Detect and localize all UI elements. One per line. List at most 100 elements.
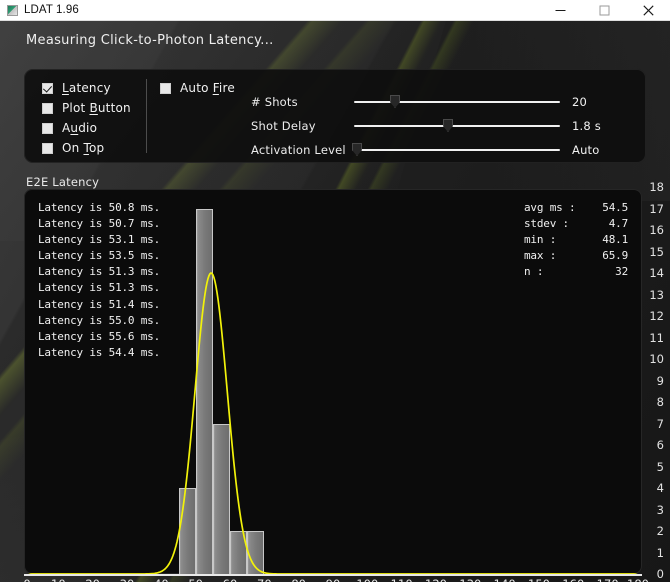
stat-value: 4.7 — [608, 217, 628, 231]
y-axis-tick: 18 — [649, 180, 664, 194]
shots-slider-value: 20 — [572, 95, 588, 109]
x-axis-tick: 110 — [391, 577, 413, 582]
y-axis-tick: 6 — [656, 438, 664, 452]
stat-value: 48.1 — [602, 233, 628, 247]
shots-slider-thumb[interactable] — [390, 95, 400, 108]
y-axis-tick: 2 — [656, 524, 664, 538]
latency-label: Latency — [62, 81, 111, 95]
readout-line: Latency is 50.7 ms. — [38, 217, 161, 231]
close-button[interactable] — [626, 0, 670, 21]
x-axis-tick: 0 — [23, 577, 30, 582]
shots-slider-track[interactable] — [354, 101, 560, 103]
readout-line: Latency is 51.3 ms. — [38, 265, 161, 279]
on-top-checkbox[interactable] — [42, 142, 53, 154]
stat-row: avg ms : 54.5 — [524, 200, 628, 216]
y-axis-tick: 1 — [656, 545, 664, 560]
checkbox-row-on-top[interactable]: On Top — [42, 140, 104, 156]
shot-delay-slider-track[interactable] — [354, 125, 560, 127]
stat-row: max : 65.9 — [524, 248, 628, 264]
readout-line: Latency is 50.8 ms. — [38, 201, 161, 214]
x-axis-tick: 30 — [120, 577, 135, 582]
checkbox-row-plot-button[interactable]: Plot Button — [42, 100, 131, 116]
plot-button-label: Plot Button — [62, 101, 131, 115]
minimize-button[interactable] — [538, 0, 582, 21]
readout-line: Latency is 53.1 ms. — [38, 233, 161, 247]
checkbox-row-audio[interactable]: Audio — [42, 120, 97, 136]
shots-slider-label: # Shots — [251, 95, 298, 109]
stat-value: 32 — [615, 265, 628, 279]
statistics-block: avg ms : 54.5 stdev : 4.7 min : 48.1 max : 65.9… — [524, 200, 628, 280]
window-titlebar: LDAT 1.96 — [0, 0, 670, 21]
latency-histogram-plot: Latency is 50.8 ms. Latency is 50.7 ms. La… — [24, 189, 642, 574]
y-axis-tick: 9 — [656, 373, 664, 388]
shot-delay-slider-thumb[interactable] — [443, 119, 453, 132]
y-axis-tick: 15 — [649, 244, 664, 259]
checkbox-row-auto-fire[interactable]: Auto Fire — [160, 80, 235, 96]
y-axis-tick: 12 — [649, 309, 664, 323]
chart-title: E2E Latency — [26, 175, 100, 189]
x-axis-tick: 20 — [85, 577, 100, 582]
audio-checkbox[interactable] — [42, 122, 53, 134]
y-axis-tick: 13 — [649, 287, 664, 302]
x-axis-ticks: ms 0102030405060708090100110120130140150… — [0, 577, 670, 582]
x-axis-tick: 70 — [257, 577, 272, 582]
y-axis-tick: 3 — [656, 502, 664, 517]
activation-level-slider-label: Activation Level — [251, 143, 346, 157]
app-icon — [7, 4, 18, 16]
readout-line: Latency is 51.4 ms. — [38, 297, 161, 311]
y-axis-tick: 11 — [649, 330, 664, 345]
latency-checkbox[interactable] — [42, 82, 53, 94]
panel-divider — [146, 79, 147, 153]
x-axis-tick: 160 — [562, 577, 584, 582]
controls-panel: Latency Plot Button Audio On Top Auto Fi… — [24, 69, 646, 163]
auto-fire-checkbox[interactable] — [160, 82, 171, 94]
readout-line: Latency is 51.3 ms. — [38, 281, 161, 295]
stat-row: min : 48.1 — [524, 232, 628, 248]
readout-line: Latency is 54.4 ms. — [38, 345, 161, 359]
y-axis-tick: 7 — [656, 416, 664, 431]
shot-delay-slider-label: Shot Delay — [251, 119, 316, 133]
x-axis-tick: 180 — [627, 577, 649, 582]
activation-level-slider-value: Auto — [572, 143, 600, 157]
maximize-button[interactable] — [582, 0, 626, 21]
x-axis-tick: 40 — [154, 577, 169, 582]
stat-key: avg ms : — [524, 201, 576, 214]
app-body: Measuring Click-to-Photon Latency... Lat… — [0, 21, 670, 582]
x-axis-tick: 10 — [51, 577, 66, 582]
y-axis-tick: 10 — [649, 352, 664, 366]
x-axis-tick: 140 — [494, 577, 516, 582]
y-axis-tick: 8 — [656, 395, 664, 409]
stat-key: min : — [524, 233, 557, 247]
y-axis-tick: 14 — [649, 266, 664, 280]
plot-button-checkbox[interactable] — [42, 102, 53, 114]
x-axis-tick: 50 — [188, 577, 203, 582]
x-axis-tick: 80 — [291, 577, 306, 582]
auto-fire-label: Auto Fire — [180, 81, 235, 95]
x-axis-tick: 170 — [597, 577, 619, 582]
stat-value: 65.9 — [602, 249, 628, 263]
checkbox-row-latency[interactable]: Latency — [42, 80, 111, 96]
activation-level-slider-thumb[interactable] — [352, 143, 362, 156]
x-axis-tick: 120 — [425, 577, 447, 582]
x-axis-tick: 90 — [326, 577, 341, 582]
y-axis-tick: 4 — [656, 481, 664, 495]
latency-readout-list: Latency is 50.8 ms. Latency is 50.7 ms. La… — [38, 200, 160, 361]
x-axis-tick: 150 — [528, 577, 550, 582]
y-axis-tick: 16 — [649, 223, 664, 237]
readout-line: Latency is 53.5 ms. — [38, 249, 161, 263]
shot-delay-slider-value: 1.8 s — [572, 119, 601, 133]
readout-line: Latency is 55.6 ms. — [38, 329, 161, 343]
y-axis-tick: 17 — [649, 201, 664, 216]
x-axis-tick: 130 — [459, 577, 481, 582]
y-axis-ticks: 0 1 2 3 4 5 6 7 8 9 10 11 12 13 14 15 16 17 18 — [646, 180, 670, 581]
stat-key: stdev : — [524, 217, 569, 231]
x-axis-line — [24, 574, 642, 576]
x-axis-tick: 100 — [356, 577, 378, 582]
stat-value: 54.5 — [602, 201, 628, 214]
audio-label: Audio — [62, 121, 98, 135]
stat-row: stdev : 4.7 — [524, 216, 628, 232]
status-heading: Measuring Click-to-Photon Latency... — [26, 33, 274, 48]
activation-level-slider-track[interactable] — [354, 149, 560, 151]
stat-key: n : — [524, 265, 544, 279]
x-axis-tick: 60 — [223, 577, 238, 582]
